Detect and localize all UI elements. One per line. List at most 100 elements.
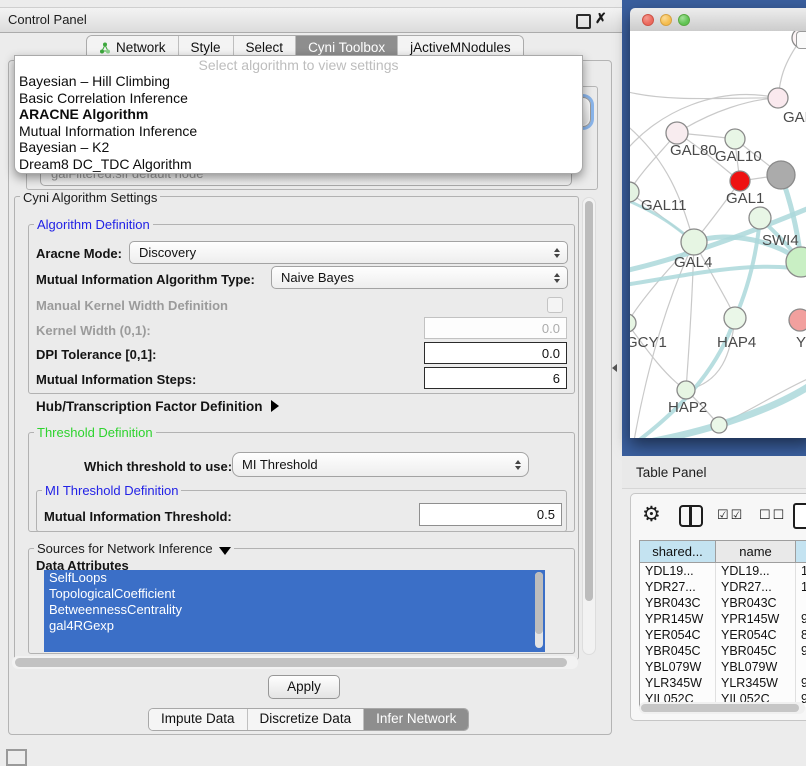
- apply-button[interactable]: Apply: [268, 675, 340, 699]
- table-cell: YPR145W: [716, 611, 796, 627]
- algorithm-option[interactable]: Dream8 DC_TDC Algorithm: [15, 156, 582, 173]
- node-label: SWI4: [762, 232, 799, 249]
- network-node[interactable]: [724, 307, 746, 329]
- mi-type-combo[interactable]: Naive Bayes: [271, 266, 568, 289]
- algorithm-option[interactable]: Bayesian – Hill Climbing: [15, 73, 582, 90]
- tab-impute-data[interactable]: Impute Data: [149, 709, 248, 730]
- table-cell: YLR345W: [640, 675, 716, 691]
- node-label: GAL80: [670, 142, 717, 159]
- document-icon[interactable]: [793, 503, 806, 529]
- mi-type-label: Mutual Information Algorithm Type:: [36, 272, 255, 287]
- algorithm-option[interactable]: ARACNE Algorithm: [15, 106, 582, 123]
- cyni-bottom-tabs: Impute DataDiscretize DataInfer Network: [148, 708, 469, 731]
- tab-label: Cyni Toolbox: [308, 40, 385, 55]
- table-cell: YER054C: [640, 627, 716, 643]
- data-attributes-list[interactable]: SelfLoopsTopologicalCoefficientBetweenne…: [44, 570, 545, 652]
- mi-steps-field[interactable]: [424, 367, 567, 389]
- settings-vertical-scrollbar[interactable]: [582, 197, 596, 655]
- minimize-traffic-light[interactable]: [660, 14, 672, 26]
- table-row[interactable]: YER054CYER054C8.: [640, 627, 806, 643]
- zoom-traffic-light[interactable]: [678, 14, 690, 26]
- column-view-icon[interactable]: [679, 505, 703, 527]
- dpi-tolerance-label: DPI Tolerance [0,1]:: [36, 347, 156, 362]
- checked-columns-icon[interactable]: ☑☑: [717, 507, 744, 523]
- table-panel-title: Table Panel: [636, 465, 707, 480]
- table-row[interactable]: YDR27...YDR27...12: [640, 579, 806, 595]
- panel-corner-icon[interactable]: [6, 749, 27, 766]
- network-node[interactable]: [725, 129, 745, 149]
- attribute-item[interactable]: TopologicalCoefficient: [44, 586, 545, 602]
- network-edge: [686, 318, 735, 390]
- tab-label: Style: [191, 40, 221, 55]
- tab-discretize-data[interactable]: Discretize Data: [248, 709, 365, 730]
- network-node[interactable]: [711, 417, 727, 433]
- control-panel-titlebar: Control Panel ✗: [0, 7, 622, 33]
- unchecked-columns-icon[interactable]: ☐☐: [759, 507, 786, 523]
- column-header[interactable]: A: [796, 541, 806, 563]
- table-cell: YDR27...: [716, 579, 796, 595]
- tab-label: Network: [116, 40, 166, 55]
- mi-threshold-field[interactable]: [419, 503, 562, 526]
- float-window-icon[interactable]: [576, 14, 591, 29]
- network-node[interactable]: [749, 207, 771, 229]
- aracne-mode-combo[interactable]: Discovery: [129, 241, 568, 264]
- tab-infer-network[interactable]: Infer Network: [364, 709, 468, 730]
- gear-icon[interactable]: ⚙: [642, 502, 661, 527]
- table-row[interactable]: YBL079WYBL079W: [640, 659, 806, 675]
- table-cell: 12: [796, 579, 806, 595]
- algorithm-dropdown-placeholder: Select algorithm to view settings: [15, 56, 582, 73]
- table-panel-box: ⚙ ☑☑ ☐☐ shared...nameAYDL19...YDL19...13…: [630, 493, 806, 721]
- node-label: GAL4: [674, 254, 712, 271]
- network-node[interactable]: [789, 309, 806, 331]
- attribute-item[interactable]: gal4RGexp: [44, 618, 545, 634]
- manual-kernel-checkbox[interactable]: [547, 297, 563, 313]
- kernel-width-label: Kernel Width (0,1):: [36, 323, 151, 338]
- table-horizontal-scrollbar[interactable]: [639, 702, 805, 714]
- table-cell: [796, 659, 806, 675]
- close-traffic-light[interactable]: [642, 14, 654, 26]
- settings-horizontal-scrollbar[interactable]: [12, 656, 578, 669]
- node-label: HAP2: [668, 399, 707, 416]
- table-row[interactable]: YDL19...YDL19...13: [640, 563, 806, 579]
- dpi-tolerance-field[interactable]: [424, 342, 567, 364]
- node-label: GAL10: [715, 148, 762, 165]
- network-node[interactable]: [681, 229, 707, 255]
- table-row[interactable]: YLR345WYLR345W9.: [640, 675, 806, 691]
- network-node[interactable]: [630, 314, 636, 332]
- table-cell: YBR043C: [640, 595, 716, 611]
- combo-arrows-icon: [549, 248, 565, 258]
- mi-threshold-label: Mutual Information Threshold:: [44, 509, 232, 524]
- hub-definition-toggle[interactable]: Hub/Transcription Factor Definition: [36, 399, 279, 414]
- attribute-item[interactable]: BetweennessCentrality: [44, 602, 545, 618]
- network-node[interactable]: [677, 381, 695, 399]
- node-label: Y: [796, 334, 806, 351]
- column-header[interactable]: shared...: [640, 541, 716, 563]
- algorithm-option[interactable]: Mutual Information Inference: [15, 123, 582, 140]
- kernel-width-field[interactable]: [424, 317, 567, 339]
- column-header[interactable]: name: [716, 541, 796, 563]
- splitter-collapse-icon[interactable]: [612, 364, 617, 372]
- table-cell: YDL19...: [640, 563, 716, 579]
- algorithm-option[interactable]: Basic Correlation Inference: [15, 90, 582, 107]
- attribute-item[interactable]: SelfLoops: [44, 570, 545, 586]
- table-cell: [796, 595, 806, 611]
- network-node[interactable]: [730, 171, 750, 191]
- which-threshold-combo[interactable]: MI Threshold: [232, 452, 529, 477]
- network-window-titlebar[interactable]: [630, 8, 806, 32]
- table-cell: YLR345W: [716, 675, 796, 691]
- sources-legend[interactable]: Sources for Network Inference: [34, 541, 234, 556]
- network-canvas[interactable]: GALGAL80GAL10GAL1GAL11SWI4GAL4GCY1HAP4YH…: [630, 31, 806, 438]
- algorithm-option[interactable]: Bayesian – K2: [15, 139, 582, 156]
- table-row[interactable]: YBR043CYBR043C: [640, 595, 806, 611]
- network-node[interactable]: [768, 88, 788, 108]
- table-cell: YDL19...: [716, 563, 796, 579]
- network-node[interactable]: [666, 122, 688, 144]
- table-cell: 8.: [796, 627, 806, 643]
- network-node[interactable]: [767, 161, 795, 189]
- network-icon: [99, 42, 111, 54]
- table-row[interactable]: YBR045CYBR045C9.: [640, 643, 806, 659]
- close-icon[interactable]: ✗: [595, 10, 607, 27]
- table-row[interactable]: YPR145WYPR145W9.: [640, 611, 806, 627]
- node-table[interactable]: shared...nameAYDL19...YDL19...13YDR27...…: [639, 540, 806, 709]
- list-scrollbar[interactable]: [535, 572, 543, 648]
